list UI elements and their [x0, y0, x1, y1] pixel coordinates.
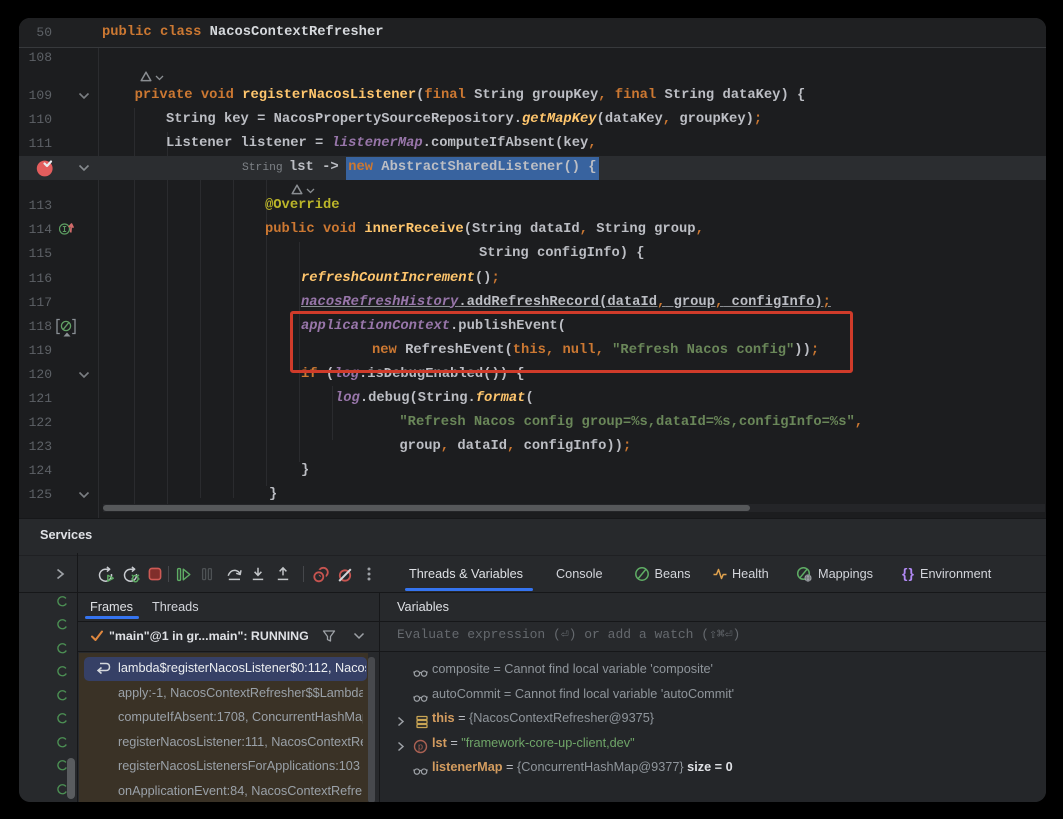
svg-text:p: p [418, 742, 423, 752]
